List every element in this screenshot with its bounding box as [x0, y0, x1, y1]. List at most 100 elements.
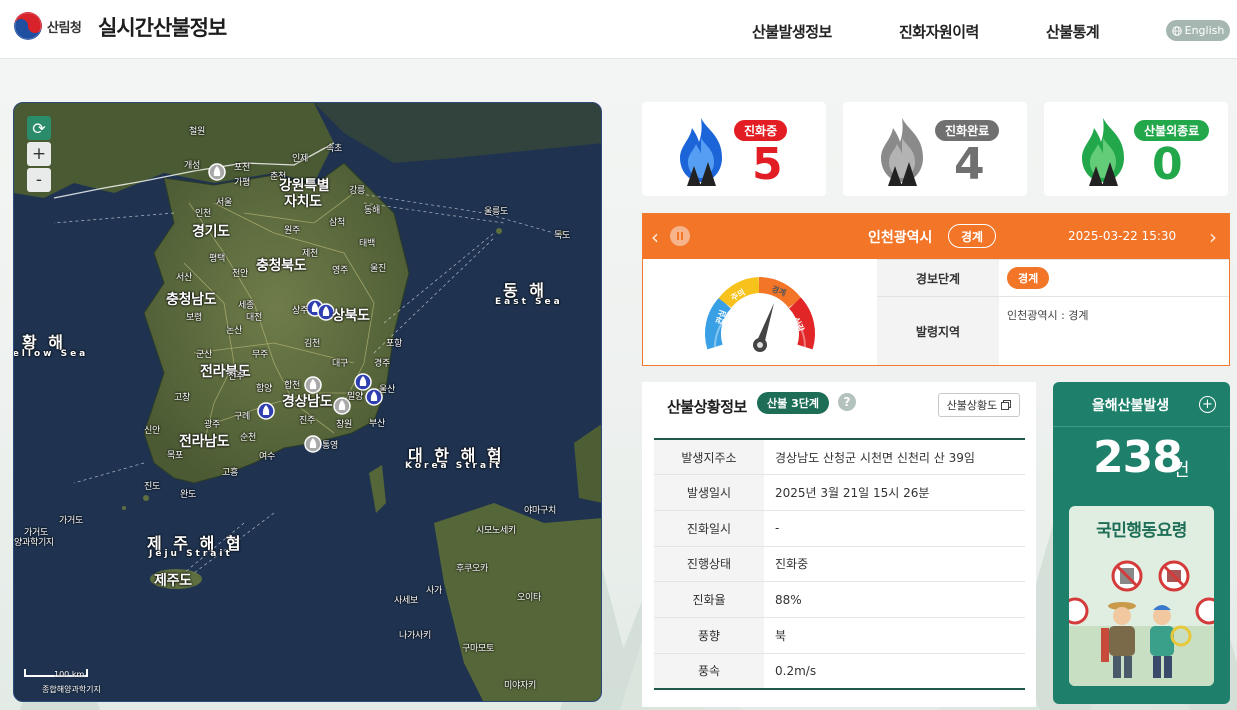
map-label: 야마구치 [524, 506, 556, 516]
yearly-title: 올해산불발생 [1091, 398, 1170, 414]
alert-info-table: 경보단계 경계 발령지역 인천광역시 : 경계 [877, 259, 1229, 365]
count-other: 0 [1152, 139, 1183, 190]
next-arrow-icon[interactable]: › [1209, 225, 1217, 249]
nav-resource-history[interactable]: 진화자원이력 [899, 21, 979, 42]
row-value: 경상남도 산청군 시천면 신천리 산 39임 [764, 439, 1025, 476]
map-zoom-in-button[interactable]: + [27, 142, 51, 166]
nav-fire-statistics[interactable]: 산불통계 [1046, 21, 1100, 42]
row-key: 진화일시 [654, 510, 764, 547]
map-label: 대전 [246, 313, 262, 323]
row-key: 진행상태 [654, 546, 764, 583]
row-key: 발생지주소 [654, 439, 764, 476]
row-value: 0.2m/s [775, 663, 817, 678]
map-label: 충청남도 [166, 292, 217, 308]
map-label: 가거도 [59, 516, 83, 526]
map-label: 포항 [386, 339, 402, 349]
map-label: 창원 [336, 420, 352, 430]
status-badge-other: 산불외종료 [1134, 120, 1210, 141]
citizen-guide-card[interactable]: 국민행동요령 [1069, 506, 1214, 686]
map-label: 광주 [204, 420, 220, 430]
map-label: 사가 [426, 586, 442, 596]
fire-icon-green [1082, 118, 1124, 186]
map-label: 사세보 [394, 596, 418, 606]
count-completed: 4 [954, 139, 985, 190]
map-label: 밀양 [347, 392, 363, 402]
map-label: 고창 [174, 393, 190, 403]
fire-status-title: 산불상황정보 [667, 398, 747, 416]
map-label: Jeju Strait [149, 549, 233, 559]
alert-level-pill: 경계 [948, 224, 996, 248]
map-label: 원주 [284, 226, 300, 236]
map-label: 논산 [226, 326, 242, 336]
map-label: 경주 [374, 359, 390, 369]
map-label: 여수 [259, 452, 275, 462]
site-title[interactable]: 실시간산불정보 [98, 12, 227, 42]
yearly-fires-panel: 올해산불발생 + 238 건 국민행동요령 [1053, 382, 1230, 704]
english-button[interactable]: English [1166, 20, 1230, 41]
map-label: 제주도 [154, 573, 192, 589]
map-label: 김천 [304, 339, 320, 349]
map-label: 목포 [167, 451, 183, 461]
alert-datetime: 2025-03-22 15:30 [1068, 229, 1177, 243]
map-label: 상북도 [332, 308, 370, 324]
map-label: 평택 [209, 254, 225, 264]
row-key: 진화율 [654, 581, 764, 618]
map-label: 인제 [292, 154, 308, 164]
plus-icon[interactable]: + [1199, 396, 1216, 413]
map-label: 진도 [144, 482, 160, 492]
status-card-completed[interactable]: 진화완료 4 [843, 102, 1027, 196]
map-refresh-button[interactable]: ⟳ [27, 116, 51, 140]
help-icon[interactable]: ? [838, 393, 856, 411]
map-label: 가평 [234, 178, 250, 188]
fire-status-map-button[interactable]: 산불상황도 [938, 393, 1020, 417]
status-card-other[interactable]: 산불외종료 0 [1044, 102, 1228, 196]
new-window-icon [1001, 400, 1012, 410]
taegeuk-icon [14, 12, 42, 40]
alert-key: 경보단계 [877, 259, 999, 297]
table-row: 진화율 88% [654, 581, 1025, 618]
map-label: 천안 [232, 269, 248, 279]
map-label: 함양 [256, 384, 272, 394]
map-label: 구마모토 [462, 644, 494, 654]
table-row: 풍속 0.2m/s [654, 653, 1025, 689]
fire-icon-gray [881, 118, 923, 186]
globe-icon [1171, 25, 1182, 36]
map-label: 독도 [554, 231, 570, 241]
status-card-in-progress[interactable]: 진화중 5 [642, 102, 826, 196]
map-label: 삼척 [329, 218, 345, 228]
table-row: 진행상태 진화중 [654, 546, 1025, 583]
map-label: Korea Strait [405, 461, 503, 471]
row-value: 진화중 [764, 546, 1025, 583]
map-label: 통영 [322, 441, 338, 451]
map-label: 철원 [189, 127, 205, 137]
fire-map[interactable]: ⟳ + - 철원 속초 인제 개성 포천 가평 춘천 강원특별 자치도 강릉 동… [13, 102, 602, 702]
forest-service-logo[interactable]: 산림청 [14, 12, 82, 40]
map-label: 대구 [332, 359, 348, 369]
fire-level-badge: 산불 3단계 [757, 392, 829, 414]
map-label: 진주 [299, 416, 315, 426]
row-value: - [764, 510, 1025, 547]
alert-area-value: 인천광역시 : 경계 [999, 296, 1229, 365]
nav-fire-occurrence[interactable]: 산불발생정보 [752, 21, 832, 42]
yearly-count: 238 [1093, 432, 1183, 483]
map-zoom-out-button[interactable]: - [27, 168, 51, 192]
row-value: 북 [764, 617, 1025, 654]
alert-key: 발령지역 [877, 296, 999, 365]
map-label: 오이타 [517, 593, 541, 603]
map-label: 영주 [332, 266, 348, 276]
divider [1053, 426, 1230, 427]
pause-button[interactable] [670, 226, 690, 246]
map-label: 서산 [176, 273, 192, 283]
status-badge-in-progress: 진화중 [734, 120, 788, 141]
map-label: 나가사키 [399, 631, 431, 641]
row-key: 풍향 [654, 617, 764, 654]
prev-arrow-icon[interactable]: ‹ [651, 225, 659, 249]
map-label: 보령 [186, 313, 202, 323]
map-label: 자치도 [284, 194, 322, 210]
map-label: Yellow Sea [13, 349, 89, 359]
fire-status-panel: 산불상황정보 산불 3단계 ? 산불상황도 발생지주소 경상남도 산청군 시천면 … [642, 382, 1036, 707]
alert-header: ‹ 인천광역시 경계 2025-03-22 15:30 › [643, 214, 1229, 259]
alert-gauge-icon: 관심 주의 경계 심각 [705, 277, 815, 352]
map-label: 충청북도 [256, 258, 307, 274]
status-badge-completed: 진화완료 [935, 120, 1000, 141]
